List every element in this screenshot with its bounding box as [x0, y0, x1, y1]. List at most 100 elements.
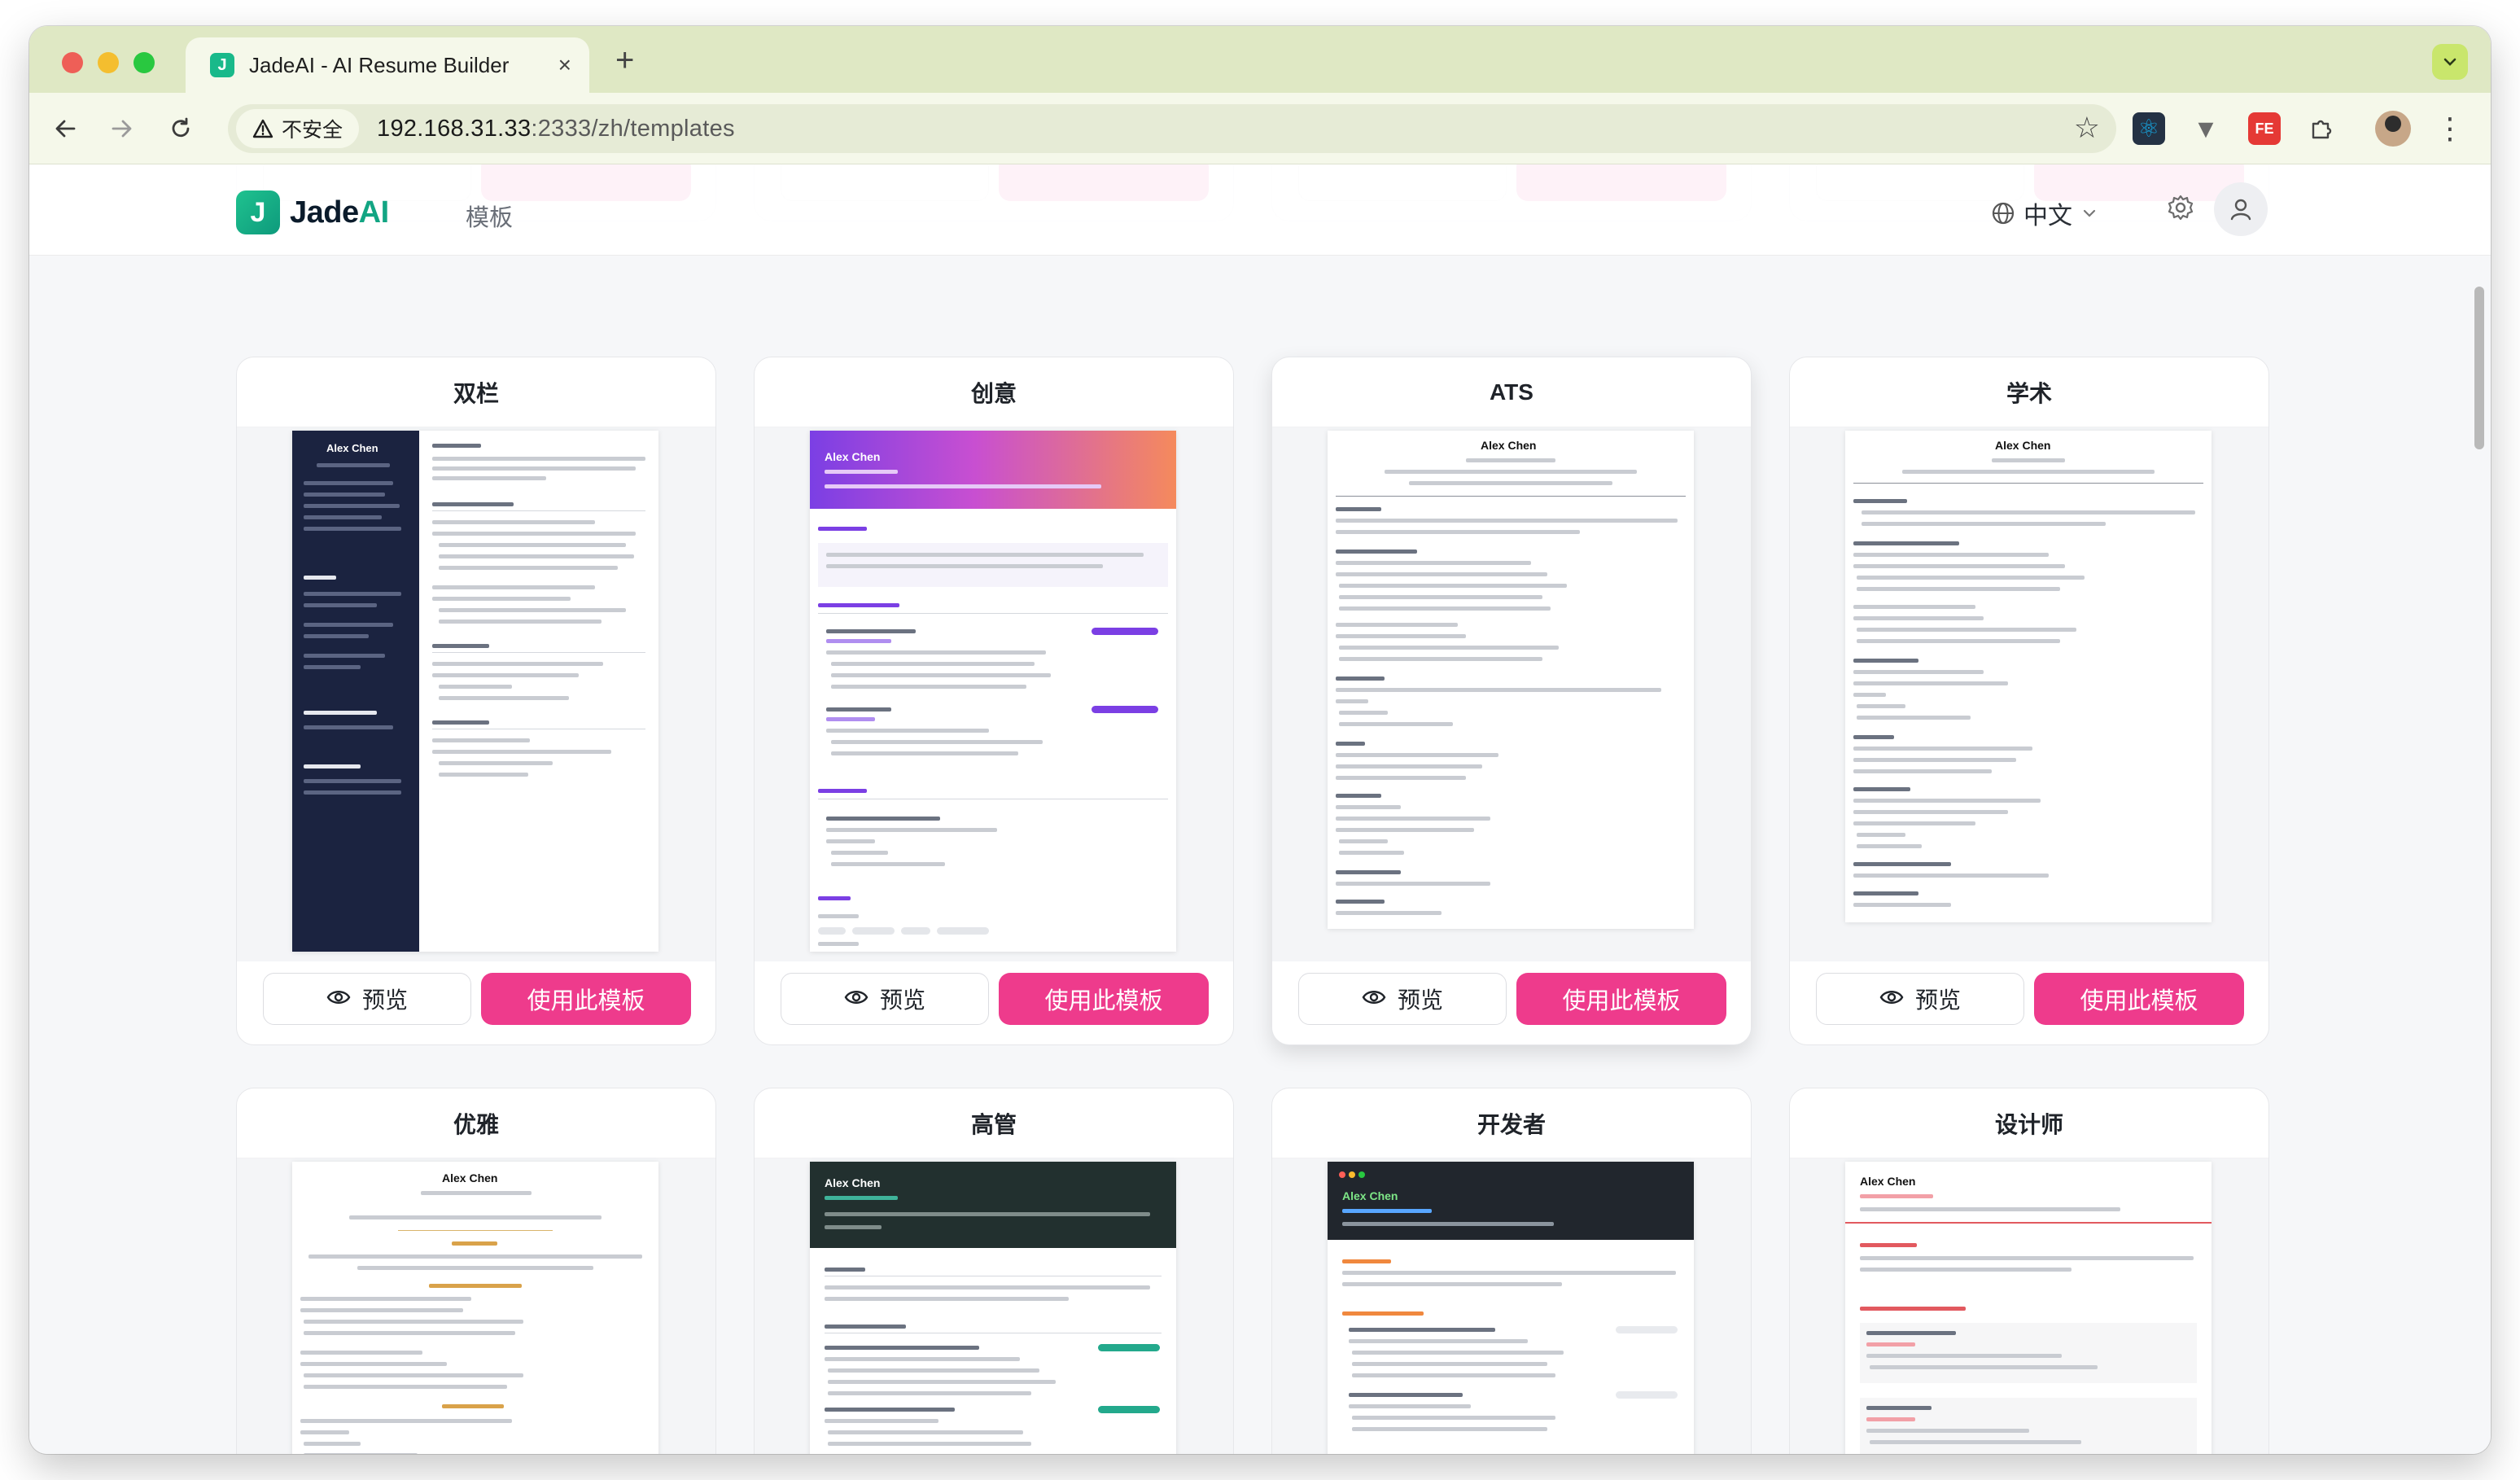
jadeai-logo-icon: J: [236, 190, 280, 234]
url-path: :2333/zh/templates: [531, 115, 735, 142]
template-card-creative[interactable]: 创意 Alex Chen 预览 使用此模板: [754, 357, 1234, 1045]
back-button[interactable]: [47, 111, 83, 147]
brand-name-suffix: AI: [358, 195, 390, 230]
globe-icon: [1992, 202, 2015, 225]
url-text[interactable]: 192.168.31.33:2333/zh/templates: [377, 116, 735, 142]
user-account-button[interactable]: [2214, 182, 2268, 236]
template-preview[interactable]: Alex Chen: [237, 427, 715, 961]
resume-name: Alex Chen: [825, 450, 881, 463]
browser-window: J JadeAI - AI Resume Builder × + 不安全 192…: [29, 26, 2491, 1454]
resume-thumbnail: Alex Chen: [1845, 431, 2212, 922]
new-tab-button[interactable]: +: [615, 44, 634, 77]
template-card-ats[interactable]: ATS Alex Chen 预览 使用此模板: [1271, 357, 1752, 1045]
resume-banner: [810, 1162, 1176, 1248]
template-title: 学术: [1790, 357, 2268, 427]
template-preview[interactable]: Alex Chen: [755, 427, 1233, 961]
language-label: 中文: [2023, 203, 2072, 230]
preview-button[interactable]: 预览: [1298, 973, 1507, 1025]
use-template-button[interactable]: 使用此模板: [1516, 973, 1726, 1025]
language-switcher[interactable]: 中文: [1991, 195, 2097, 231]
resume-name: Alex Chen: [1860, 1175, 1916, 1188]
reload-button[interactable]: [163, 111, 199, 147]
preview-button[interactable]: 预览: [781, 973, 989, 1025]
eye-icon: [1362, 987, 1386, 1012]
template-title: 设计师: [1790, 1088, 2268, 1158]
template-card-designer[interactable]: 设计师 Alex Chen: [1789, 1088, 2269, 1454]
preview-button[interactable]: 预览: [1816, 973, 2024, 1025]
template-title: 创意: [755, 357, 1233, 427]
extensions-puzzle-icon[interactable]: [2305, 112, 2338, 145]
brand-name-prefix: Jade: [290, 195, 359, 230]
jadeai-favicon-icon: J: [210, 53, 234, 77]
tab-search-chevron-icon[interactable]: [2432, 44, 2468, 80]
browser-tab-active[interactable]: J JadeAI - AI Resume Builder ×: [186, 37, 589, 93]
template-preview[interactable]: Alex Chen: [1790, 1158, 2268, 1454]
use-template-button[interactable]: 使用此模板: [481, 973, 691, 1025]
page-scrollbar[interactable]: [2471, 262, 2486, 1454]
reload-icon: [172, 117, 190, 138]
app-header: J JadeAI 模板 中文: [29, 164, 2491, 256]
template-preview[interactable]: Alex Chen: [755, 1158, 1233, 1454]
minimize-window-button[interactable]: [98, 52, 119, 73]
template-title: 优雅: [237, 1088, 715, 1158]
resume-thumbnail: Alex Chen: [810, 431, 1176, 952]
preview-label: 预览: [1914, 987, 1961, 1013]
resume-name: Alex Chen: [825, 1176, 881, 1189]
resume-name: Alex Chen: [1342, 1189, 1398, 1202]
template-title: 开发者: [1272, 1088, 1751, 1158]
url-host: 192.168.31.33: [377, 115, 532, 142]
resume-thumbnail: Alex Chen: [1328, 431, 1694, 929]
resume-thumbnail: Alex Chen: [292, 431, 658, 952]
page-viewport: J JadeAI 模板 中文 双栏 Alex Chen 预览 使用此模板 创意 …: [29, 164, 2491, 1454]
forward-arrow-icon: [112, 120, 132, 138]
resume-name: Alex Chen: [1995, 439, 2051, 452]
preview-button[interactable]: 预览: [263, 973, 471, 1025]
maximize-window-button[interactable]: [133, 52, 155, 73]
preview-label: 预览: [879, 987, 925, 1013]
template-preview[interactable]: Alex Chen: [1272, 1158, 1751, 1454]
template-card-executive[interactable]: 高管 Alex Chen: [754, 1088, 1234, 1454]
eye-icon: [844, 987, 868, 1012]
resume-thumbnail: Alex Chen: [1845, 1162, 2212, 1454]
tab-title: JadeAI - AI Resume Builder: [249, 52, 510, 77]
nav-link-templates[interactable]: 模板: [466, 199, 513, 233]
browser-profile-avatar[interactable]: [2375, 111, 2411, 147]
fe-extension-icon[interactable]: FE: [2248, 112, 2281, 145]
security-indicator[interactable]: 不安全: [236, 109, 360, 148]
resume-name: Alex Chen: [326, 442, 378, 454]
bookmark-star-icon[interactable]: ☆: [2074, 111, 2100, 145]
preview-label: 预览: [1397, 987, 1443, 1013]
close-window-button[interactable]: [62, 52, 83, 73]
resume-thumbnail: Alex Chen: [292, 1162, 658, 1454]
resume-thumbnail: Alex Chen: [1328, 1162, 1694, 1454]
settings-gear-icon[interactable]: [2167, 194, 2194, 229]
vue-extension-icon[interactable]: ▼: [2190, 112, 2222, 145]
template-title: ATS: [1272, 357, 1751, 427]
address-bar[interactable]: 不安全 192.168.31.33:2333/zh/templates ☆: [228, 104, 2116, 153]
security-label: 不安全: [282, 119, 343, 142]
use-template-button[interactable]: 使用此模板: [999, 973, 1209, 1025]
eye-icon: [326, 987, 351, 1012]
template-preview[interactable]: Alex Chen: [237, 1158, 715, 1454]
chevron-down-icon: [2083, 209, 2096, 217]
template-card-two-column[interactable]: 双栏 Alex Chen 预览 使用此模板: [236, 357, 716, 1045]
brand-name: JadeAI: [290, 195, 389, 230]
tab-close-icon[interactable]: ×: [558, 51, 571, 79]
browser-toolbar: 不安全 192.168.31.33:2333/zh/templates ☆ ⚛ …: [29, 93, 2491, 164]
template-card-elegant[interactable]: 优雅 Alex Chen: [236, 1088, 716, 1454]
eye-icon: [1879, 987, 1904, 1012]
scrollbar-thumb[interactable]: [2474, 287, 2484, 449]
desktop: J JadeAI - AI Resume Builder × + 不安全 192…: [0, 0, 2520, 1480]
back-arrow-icon: [55, 120, 76, 138]
template-preview[interactable]: Alex Chen: [1272, 427, 1751, 961]
template-preview[interactable]: Alex Chen: [1790, 427, 2268, 961]
template-card-academic[interactable]: 学术 Alex Chen 预览 使用此模板: [1789, 357, 2269, 1045]
resume-name: Alex Chen: [442, 1171, 498, 1184]
forward-button[interactable]: [104, 111, 140, 147]
react-devtools-extension-icon[interactable]: ⚛: [2133, 112, 2165, 145]
use-template-button[interactable]: 使用此模板: [2034, 973, 2244, 1025]
brand-logo[interactable]: J JadeAI: [236, 190, 389, 234]
tab-strip: J JadeAI - AI Resume Builder × +: [29, 26, 2491, 93]
template-card-developer[interactable]: 开发者 Alex Chen: [1271, 1088, 1752, 1454]
browser-menu-kebab-icon[interactable]: ⋮: [2435, 111, 2465, 147]
